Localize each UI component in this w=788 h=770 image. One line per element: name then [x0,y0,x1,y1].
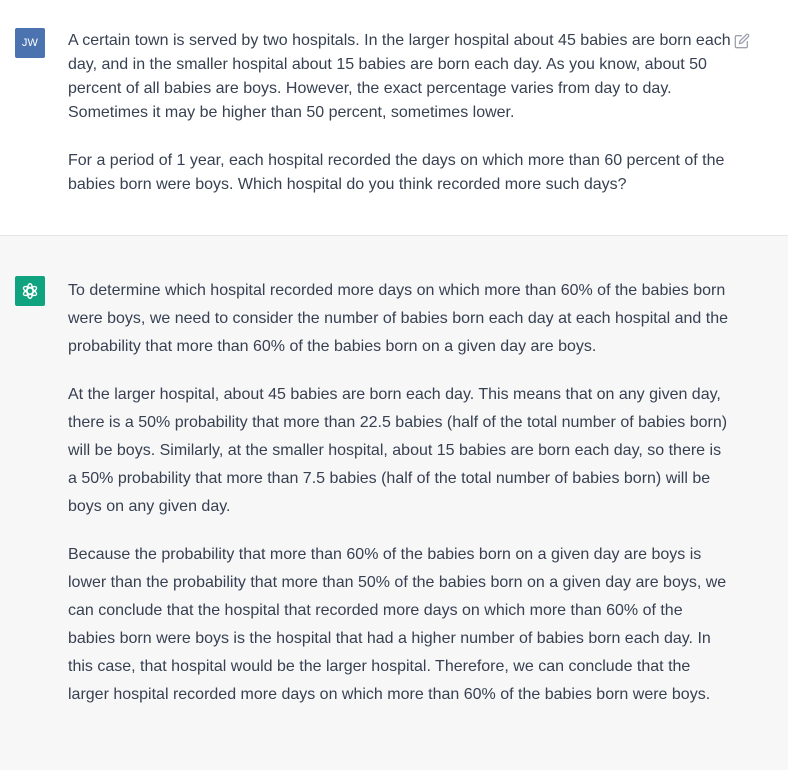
edit-icon [734,33,750,49]
user-paragraph: For a period of 1 year, each hospital re… [68,152,725,193]
conversation: JW A certain town is served by two hospi… [0,0,788,770]
user-message-text: A certain town is served by two hospital… [68,29,733,197]
assistant-message-text: To determine which hospital recorded mor… [68,277,733,709]
assistant-paragraph: Because the probability that more than 6… [68,546,727,703]
user-paragraph: A certain town is served by two hospital… [68,32,731,121]
assistant-message: To determine which hospital recorded mor… [0,236,788,770]
edit-message-button[interactable] [731,30,753,52]
assistant-avatar [15,276,45,306]
assistant-paragraph: At the larger hospital, about 45 babies … [68,386,728,515]
user-avatar: JW [15,28,45,58]
openai-logo-icon [22,282,38,300]
user-message: JW A certain town is served by two hospi… [0,0,788,236]
assistant-paragraph: To determine which hospital recorded mor… [68,282,728,355]
